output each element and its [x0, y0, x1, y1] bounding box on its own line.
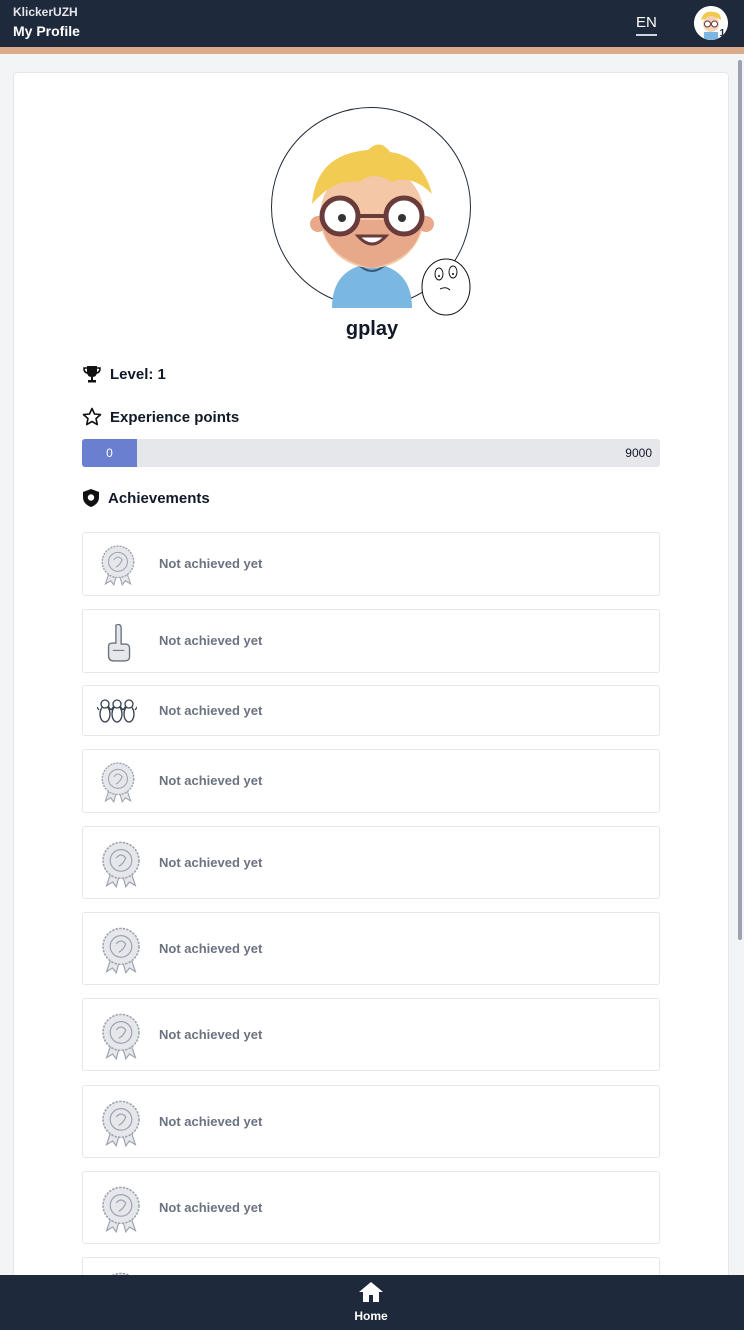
trophy-icon [82, 364, 102, 384]
home-button[interactable]: Home [340, 1281, 402, 1325]
achievement-item: Not achieved yet [82, 685, 660, 736]
header-accent-bar [0, 47, 744, 54]
foam-finger-icon [97, 621, 139, 668]
username: gplay [345, 318, 399, 340]
experience-max: 9000 [625, 446, 652, 460]
achievements-label: Achievements [108, 489, 210, 507]
level-label: Level: 1 [110, 365, 166, 383]
achievement-status: Not achieved yet [159, 1027, 263, 1042]
star-icon [82, 407, 102, 427]
achievement-item: Not achieved yet [82, 826, 660, 899]
medal-box-icon [97, 1012, 145, 1065]
medal-hand-icon [97, 1185, 145, 1238]
achievement-item: Not achieved yet [82, 609, 660, 673]
achievement-status: Not achieved yet [159, 1114, 263, 1129]
achievement-item: Not achieved yet [82, 532, 660, 596]
achievement-status: Not achieved yet [159, 855, 263, 870]
experience-progress-fill: 0 [82, 439, 137, 467]
achievement-item: Not achieved yet [82, 749, 660, 813]
language-switcher[interactable]: EN [636, 14, 657, 36]
achievement-item: Not achieved yet [82, 1171, 660, 1244]
achievement-status: Not achieved yet [159, 633, 263, 648]
scrollbar[interactable] [738, 60, 742, 940]
achievement-status: Not achieved yet [159, 773, 263, 788]
top-bar: KlickerUZH My Profile EN 1 [0, 0, 744, 47]
penguins-icon [95, 692, 139, 737]
medal-rocket-icon [97, 840, 145, 893]
achievements-row: Achievements [82, 488, 210, 508]
level-row: Level: 1 [82, 364, 166, 384]
avatar-level-badge: 1 [719, 28, 725, 39]
bottom-navigation: Home [0, 1275, 744, 1330]
achievement-status: Not achieved yet [159, 941, 263, 956]
achievement-status: Not achieved yet [159, 1200, 263, 1215]
home-label: Home [354, 1309, 388, 1323]
achievement-status: Not achieved yet [159, 556, 263, 571]
app-name: KlickerUZH [13, 5, 78, 19]
user-avatar-button[interactable]: 1 [694, 6, 728, 40]
medal-hand-icon [97, 926, 145, 979]
experience-progress-bar: 0 9000 [82, 439, 660, 467]
home-icon [359, 1282, 383, 1302]
page-title: My Profile [13, 23, 80, 39]
buddy-face-icon [420, 257, 472, 322]
experience-label: Experience points [110, 408, 240, 426]
experience-row: Experience points [82, 407, 239, 427]
achievement-item: Not achieved yet [82, 998, 660, 1071]
experience-value: 0 [106, 446, 113, 460]
medal-question-icon [97, 544, 139, 591]
achievement-item: Not achieved yet [82, 1085, 660, 1158]
medal-icon [97, 761, 139, 808]
medal-bulb-icon [97, 1099, 145, 1152]
achievement-item: Not achieved yet [82, 912, 660, 985]
shield-icon [82, 488, 100, 508]
achievement-status: Not achieved yet [159, 703, 263, 718]
